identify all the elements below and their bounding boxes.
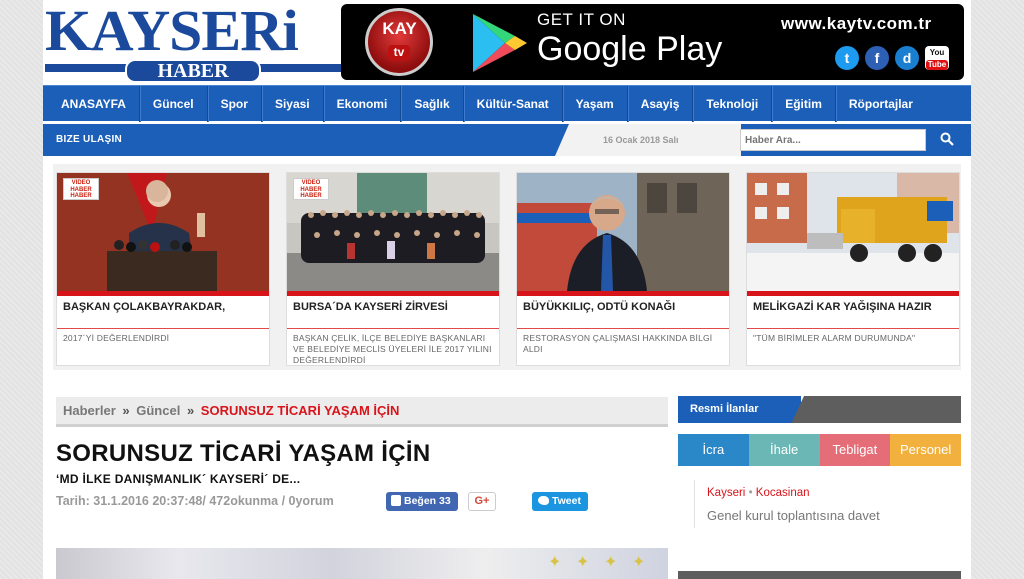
sidebar-next-block [678, 571, 961, 579]
main-nav: ANASAYFA Güncel Spor Siyasi Ekonomi Sağl… [43, 85, 971, 122]
site-header: KAYSERi HABER KAY tv GET IT ON Google Pl… [43, 2, 971, 83]
thumbs-up-icon [391, 495, 401, 506]
breadcrumb-root[interactable]: Haberler [63, 403, 116, 418]
nav-item-teknoloji[interactable]: Teknoloji [693, 85, 773, 122]
breadcrumb-separator: » [122, 403, 130, 418]
nav-item-saglik[interactable]: Sağlık [401, 85, 464, 122]
news-card-title[interactable]: BURSA´DA KAYSERİ ZİRVESİ [293, 301, 493, 313]
article-meta: Tarih: 31.1.2016 20:37:48/ 472okunma / 0… [56, 494, 334, 508]
tab-icra[interactable]: İcra [678, 434, 749, 466]
breadcrumb-separator: » [186, 403, 195, 418]
current-date: 16 Ocak 2018 Salı [603, 135, 679, 145]
nav-item-siyasi[interactable]: Siyasi [262, 85, 324, 122]
nav-item-egitim[interactable]: Eğitim [772, 85, 836, 122]
news-card-subtitle: RESTORASYON ÇALIŞMASI HAKKINDA BİLGİ ALD… [523, 333, 713, 354]
card-accent-bar [517, 291, 729, 296]
ad-item-location: Kayseri • Kocasinan [707, 487, 810, 499]
news-card[interactable]: MELİKGAZİ KAR YAĞIŞINA HAZIR "TÜM BİRİML… [746, 172, 960, 366]
kaytv-logo-text: KAY [382, 19, 417, 38]
youtube-icon[interactable]: You Tube [925, 46, 949, 70]
social-links: t f d You Tube [835, 46, 949, 74]
date-area: 16 Ocak 2018 Salı [555, 124, 741, 156]
breadcrumb-section[interactable]: Güncel [136, 403, 180, 418]
twitter-bird-icon [538, 496, 549, 505]
official-ads-header: Resmi İlanlar [678, 396, 961, 423]
google-play-icon [473, 14, 527, 72]
tab-ihale[interactable]: İhale [748, 434, 820, 466]
card-accent-bar [287, 291, 499, 296]
news-card-image[interactable] [747, 173, 959, 291]
nav-item-spor[interactable]: Spor [208, 85, 262, 122]
site-logo[interactable]: KAYSERi HABER [45, 2, 341, 83]
app-banner[interactable]: KAY tv GET IT ON Google Play www.kaytv.c… [341, 4, 964, 80]
featured-news: VIDEO HABER HABER BAŞKAN ÇOLAKBAYRAKDAR,… [53, 164, 961, 370]
tweet-button[interactable]: Tweet [532, 492, 588, 511]
nav-item-ekonomi[interactable]: Ekonomi [324, 85, 402, 122]
news-card-subtitle: 2017´Yİ DEĞERLENDİRDİ [63, 333, 170, 343]
card-divider [57, 328, 269, 329]
article-subtitle: ‘MD İLKE DANIŞMANLIK´ KAYSERİ´ DE... [56, 472, 301, 486]
ad-item-title[interactable]: Genel kurul toplantısına davet [707, 508, 880, 523]
site-url[interactable]: www.kaytv.com.tr [781, 14, 932, 34]
card-divider [517, 328, 729, 329]
news-card-title[interactable]: BÜYÜKKILIÇ, ODTÜ KONAĞI [523, 301, 723, 313]
nav-item-guncel[interactable]: Güncel [140, 85, 208, 122]
article-image: ✦ ✦ ✦ ✦ [56, 548, 668, 579]
news-card[interactable]: BÜYÜKKILIÇ, ODTÜ KONAĞI RESTORASYON ÇALI… [516, 172, 730, 366]
logo-top-text: KAYSERi [45, 0, 299, 63]
nav-item-asayis[interactable]: Asayiş [628, 85, 694, 122]
official-ads-tabs: İcra İhale Tebligat Personel [678, 434, 961, 466]
card-divider [287, 328, 499, 329]
news-card-subtitle: BAŞKAN ÇELİK, İLÇE BELEDİYE BAŞKANLARI V… [293, 333, 492, 365]
news-card[interactable]: VIDEO HABER HABER BURSA´DA KAYSERİ ZİRVE… [286, 172, 500, 366]
search-icon [940, 132, 954, 146]
video-haber-badge: VIDEO HABER HABER [293, 178, 329, 200]
video-haber-badge: VIDEO HABER HABER [63, 178, 99, 200]
ad-item-district: Kocasinan [755, 487, 810, 499]
news-card-image[interactable]: VIDEO HABER HABER [57, 173, 269, 291]
facebook-icon[interactable]: f [865, 46, 889, 70]
card-accent-bar [57, 291, 269, 296]
google-plus-button[interactable]: G+ [468, 492, 496, 511]
ad-item-city: Kayseri [707, 487, 746, 499]
get-it-on-text: GET IT ON [537, 10, 626, 29]
nav-item-yasam[interactable]: Yaşam [563, 85, 628, 122]
facebook-like-button[interactable]: Beğen 33 [386, 492, 458, 511]
logo-bottom-text: HABER [125, 59, 261, 83]
news-card[interactable]: VIDEO HABER HABER BAŞKAN ÇOLAKBAYRAKDAR,… [56, 172, 270, 366]
news-card-title[interactable]: BAŞKAN ÇOLAKBAYRAKDAR, [63, 301, 263, 313]
official-ads-title[interactable]: Resmi İlanlar [678, 396, 804, 423]
timeline-line [694, 480, 695, 528]
dailymotion-icon[interactable]: d [895, 46, 919, 70]
twitter-icon[interactable]: t [835, 46, 859, 70]
search-button[interactable] [927, 129, 967, 151]
card-divider [747, 328, 959, 329]
search-input[interactable] [740, 129, 926, 151]
news-card-image[interactable]: VIDEO HABER HABER [287, 173, 499, 291]
nav-item-kultur-sanat[interactable]: Kültür-Sanat [464, 85, 563, 122]
breadcrumb-current: SORUNSUZ TİCARİ YAŞAM İÇİN [200, 403, 400, 418]
tab-personel[interactable]: Personel [890, 434, 961, 466]
news-card-image[interactable] [517, 173, 729, 291]
kaytv-logo-sub: tv [388, 45, 410, 61]
breadcrumb: Haberler » Güncel » SORUNSUZ TİCARİ YAŞA… [56, 397, 668, 427]
kaytv-logo-icon: KAY tv [365, 8, 433, 76]
tab-tebligat[interactable]: Tebligat [819, 434, 891, 466]
article-title: SORUNSUZ TİCARİ YAŞAM İÇİN [56, 440, 431, 467]
like-label: Beğen 33 [404, 495, 451, 507]
news-card-title[interactable]: MELİKGAZİ KAR YAĞIŞINA HAZIR [753, 301, 953, 313]
sub-bar: BIZE ULAŞIN 16 Ocak 2018 Salı [43, 124, 971, 156]
nav-item-anasayfa[interactable]: ANASAYFA [43, 85, 140, 122]
card-accent-bar [747, 291, 959, 296]
contact-link[interactable]: BIZE ULAŞIN [56, 124, 122, 156]
nav-item-roportajlar[interactable]: Röportajlar [836, 86, 926, 122]
google-play-text: Google Play [537, 30, 723, 68]
page: KAYSERi HABER KAY tv GET IT ON Google Pl… [43, 0, 971, 579]
news-card-subtitle: "TÜM BİRİMLER ALARM DURUMUNDA" [753, 333, 916, 343]
ad-item-separator: • [748, 487, 753, 499]
tweet-label: Tweet [552, 495, 581, 507]
